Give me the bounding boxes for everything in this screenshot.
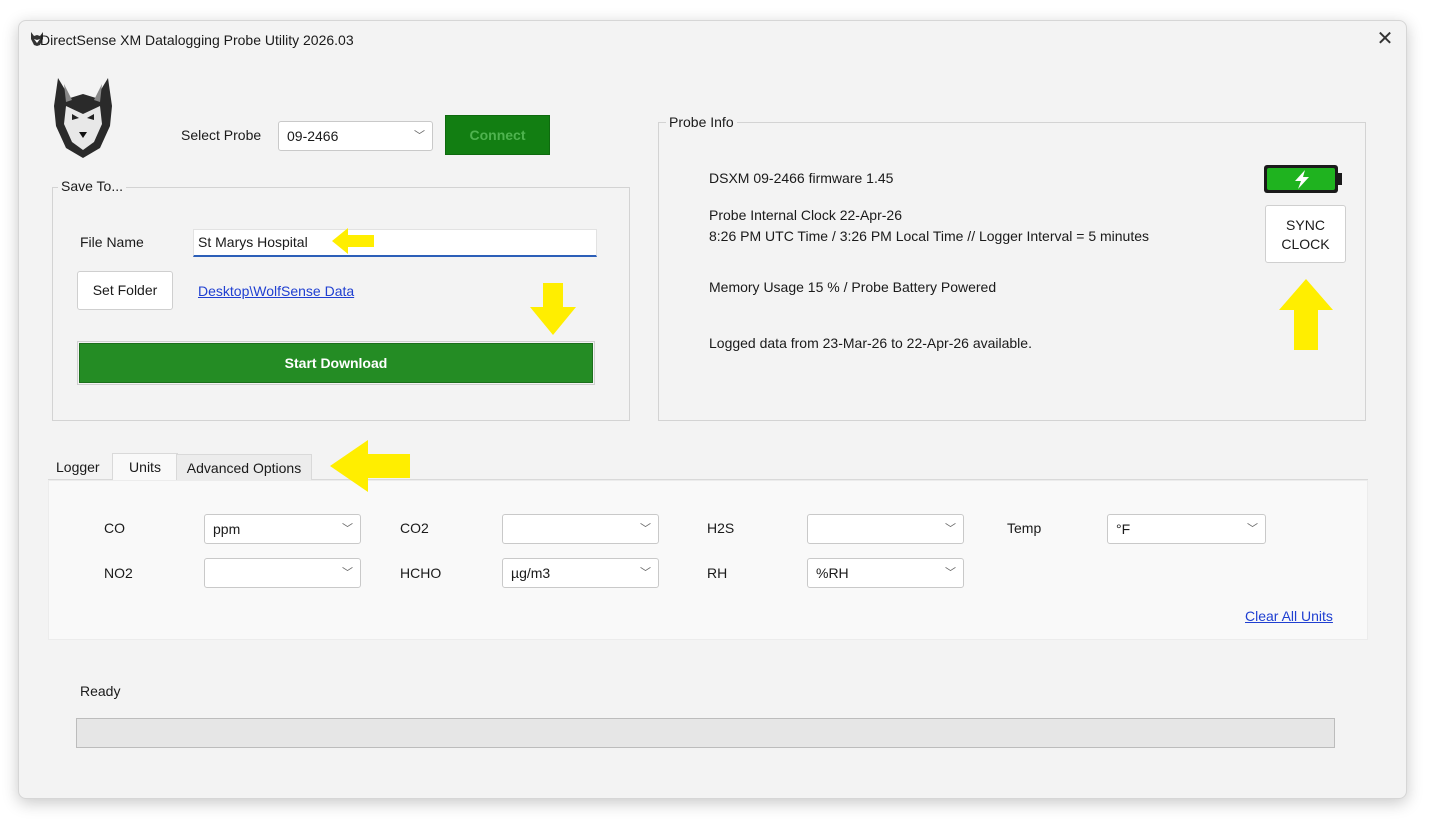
rh-label: RH [707,565,728,581]
clock-text: Probe Internal Clock 22-Apr-26 [709,207,902,223]
chevron-down-icon: ﹀ [1247,523,1258,535]
probe-dropdown-value: 09-2466 [287,128,339,144]
start-download-button[interactable]: Start Download [77,341,595,385]
select-probe-label: Select Probe [181,127,262,143]
chevron-down-icon: ﹀ [342,567,353,579]
window-title: DirectSense XM Datalogging Probe Utility… [40,32,354,48]
co-dropdown[interactable]: ppm ﹀ [204,514,361,544]
status-text: Ready [80,683,121,699]
probe-info-group [658,122,1366,421]
clock-label: CLOCK [1281,236,1330,252]
rh-value: %RH [816,565,849,581]
sync-clock-button[interactable]: SYNC CLOCK [1265,205,1346,263]
no2-label: NO2 [104,565,133,581]
tab-advanced-options[interactable]: Advanced Options [176,454,312,480]
co-label: CO [104,520,125,536]
clear-all-units-link[interactable]: Clear All Units [1245,608,1333,624]
tab-logger[interactable]: Logger [52,454,104,480]
probe-dropdown[interactable]: 09-2466 ﹀ [278,121,433,151]
hcho-dropdown[interactable]: µg/m3 ﹀ [502,558,659,588]
chevron-down-icon: ﹀ [640,523,651,535]
progress-bar [76,718,1335,748]
battery-charging-icon [1264,165,1342,193]
folder-link[interactable]: Desktop\WolfSense Data [198,283,354,299]
chevron-down-icon: ﹀ [945,567,956,579]
hcho-label: HCHO [400,565,442,581]
connect-button[interactable]: Connect [445,115,550,155]
co2-label: CO2 [400,520,429,536]
set-folder-button[interactable]: Set Folder [77,271,173,310]
chevron-down-icon: ﹀ [342,523,353,535]
chevron-down-icon: ﹀ [640,567,651,579]
co-value: ppm [213,521,241,537]
save-to-legend: Save To... [58,178,127,194]
file-name-label: File Name [80,234,144,250]
rh-dropdown[interactable]: %RH ﹀ [807,558,964,588]
h2s-dropdown[interactable]: ﹀ [807,514,964,544]
no2-dropdown[interactable]: ﹀ [204,558,361,588]
close-icon[interactable]: ✕ [1374,28,1396,50]
memory-text: Memory Usage 15 % / Probe Battery Powere… [709,279,997,295]
time-text: 8:26 PM UTC Time / 3:26 PM Local Time //… [709,228,1150,244]
sync-label: SYNC [1286,217,1325,233]
tab-units[interactable]: Units [112,453,178,480]
hcho-value: µg/m3 [511,565,551,581]
temp-dropdown[interactable]: °F ﹀ [1107,514,1266,544]
file-name-input[interactable]: St Marys Hospital [193,229,597,257]
temp-label: Temp [1007,520,1042,536]
probe-info-legend: Probe Info [666,114,737,130]
temp-value: °F [1116,521,1131,537]
wolf-logo [54,78,112,158]
logged-data-text: Logged data from 23-Mar-26 to 22-Apr-26 … [709,335,1032,351]
h2s-label: H2S [707,520,735,536]
co2-dropdown[interactable]: ﹀ [502,514,659,544]
chevron-down-icon: ﹀ [945,523,956,535]
firmware-text: DSXM 09-2466 firmware 1.45 [709,170,894,186]
chevron-down-icon: ﹀ [414,130,425,142]
